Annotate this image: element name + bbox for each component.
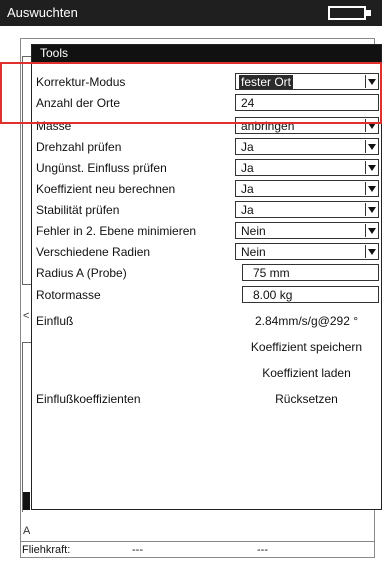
- title-bar: Auswuchten: [0, 0, 382, 26]
- input-value: 8.00 kg: [253, 288, 293, 302]
- row-drehzahl-pruefen: Drehzahl prüfen Ja: [32, 137, 381, 157]
- koeffizient-neu-select[interactable]: Ja: [235, 180, 379, 197]
- load-coeff-row: Koeffizient laden: [32, 363, 381, 383]
- row-label: Koeffizient neu berechnen: [36, 182, 176, 196]
- dropdown-arrow-icon[interactable]: [365, 203, 377, 216]
- select-value: Nein: [241, 245, 266, 259]
- einfluss-label: Einfluß: [36, 314, 74, 328]
- select-value: Ja: [241, 203, 254, 217]
- dropdown-arrow-icon[interactable]: [365, 182, 377, 195]
- row-label: Drehzahl prüfen: [36, 140, 122, 154]
- drehzahl-pruefen-select[interactable]: Ja: [235, 138, 379, 155]
- einfluss-value: 2.84mm/s/g@292 °: [254, 314, 359, 328]
- row-unguenst-einfluss: Ungünst. Einfluss prüfen Ja: [32, 158, 381, 178]
- row-label: Verschiedene Radien: [36, 245, 151, 259]
- fliehkraft-value-2: ---: [257, 544, 268, 556]
- dropdown-arrow-icon[interactable]: [365, 140, 377, 153]
- unguenst-einfluss-select[interactable]: Ja: [235, 159, 379, 176]
- highlight-box: [0, 62, 382, 124]
- load-coefficient-button[interactable]: Koeffizient laden: [232, 366, 381, 380]
- select-value: Ja: [241, 161, 254, 175]
- bg-panel-line: [22, 342, 23, 512]
- row-label: Ungünst. Einfluss prüfen: [36, 161, 167, 175]
- input-value: 75 mm: [253, 266, 290, 280]
- coeff-row: Einflußkoeffizienten Rücksetzen: [32, 389, 381, 409]
- dropdown-arrow-icon[interactable]: [365, 245, 377, 258]
- row-label: Stabilität prüfen: [36, 203, 120, 217]
- bg-indicator: [23, 492, 30, 510]
- fliehkraft-label: Fliehkraft:: [22, 544, 71, 556]
- row-label: Radius A (Probe): [36, 266, 127, 280]
- row-label: Fehler in 2. Ebene minimieren: [36, 224, 197, 238]
- bg-panel-top: [22, 342, 31, 343]
- select-value: Ja: [241, 140, 254, 154]
- reset-button[interactable]: Rücksetzen: [232, 392, 381, 406]
- save-coeff-row: Koeffizient speichern: [32, 337, 381, 357]
- app-title: Auswuchten: [7, 5, 78, 20]
- einfluss-row: Einfluß 2.84mm/s/g@292 °: [32, 311, 381, 331]
- coefficients-label: Einflußkoeffizienten: [36, 392, 141, 406]
- select-value: Nein: [241, 224, 266, 238]
- row-koeffizient-neu: Koeffizient neu berechnen Ja: [32, 179, 381, 199]
- row-label: Rotormasse: [36, 288, 101, 302]
- battery-tip-icon: [366, 10, 371, 16]
- bg-label-glyph: A: [23, 525, 31, 537]
- fliehkraft-value-1: ---: [132, 544, 143, 556]
- dialog-title: Tools: [40, 46, 69, 60]
- bg-status-line: Fliehkraft: --- ---: [20, 541, 375, 560]
- dropdown-arrow-icon[interactable]: [365, 224, 377, 237]
- rotormasse-input[interactable]: 8.00 kg: [242, 286, 379, 303]
- battery-icon: [328, 6, 366, 20]
- fehler-2-ebene-select[interactable]: Nein: [235, 222, 379, 239]
- row-fehler-2-ebene: Fehler in 2. Ebene minimieren Nein: [32, 221, 381, 241]
- verschiedene-radien-select[interactable]: Nein: [235, 243, 379, 260]
- bg-arrow-glyph: <: [23, 310, 30, 322]
- select-value: Ja: [241, 182, 254, 196]
- dropdown-arrow-icon[interactable]: [365, 161, 377, 174]
- save-coefficient-button[interactable]: Koeffizient speichern: [232, 340, 381, 354]
- stabilitaet-select[interactable]: Ja: [235, 201, 379, 218]
- row-verschiedene-radien: Verschiedene Radien Nein: [32, 242, 381, 262]
- bg-bracket-bottom: [22, 284, 31, 285]
- dialog-header: Tools: [32, 45, 381, 62]
- row-stabilitaet: Stabilität prüfen Ja: [32, 200, 381, 220]
- row-radius-a: Radius A (Probe) 75 mm: [32, 263, 381, 283]
- row-rotormasse: Rotormasse 8.00 kg: [32, 285, 381, 305]
- radius-a-input[interactable]: 75 mm: [242, 264, 379, 281]
- bg-bracket-top: [22, 56, 31, 57]
